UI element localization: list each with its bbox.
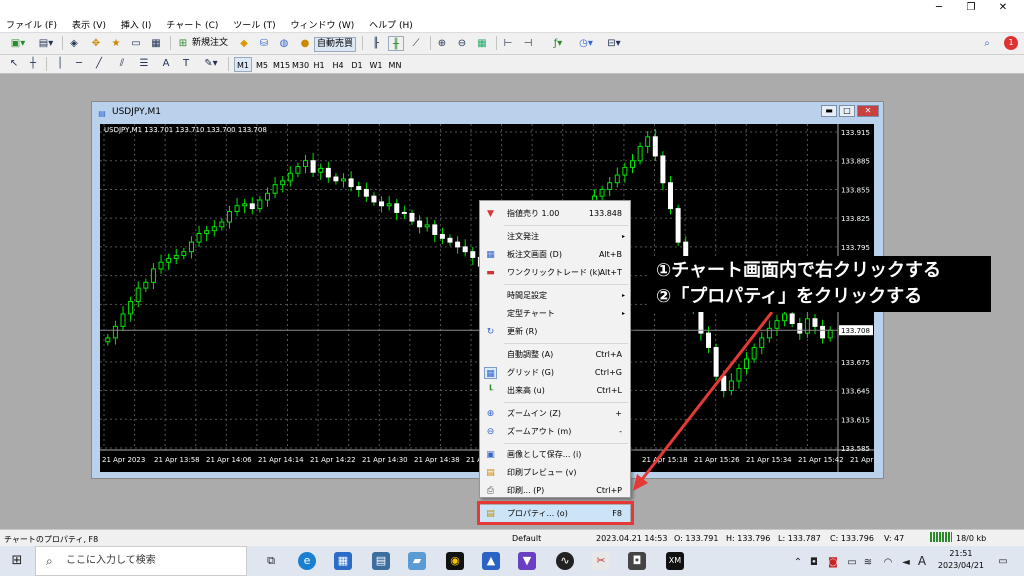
annotation-line-1: ①チャート画面内で右クリックする <box>656 260 942 281</box>
annotation-box: ①チャート画面内で右クリックする ②「プロパティ」をクリックする <box>648 256 991 312</box>
annotation-line-2: ②「プロパティ」をクリックする <box>656 286 923 307</box>
